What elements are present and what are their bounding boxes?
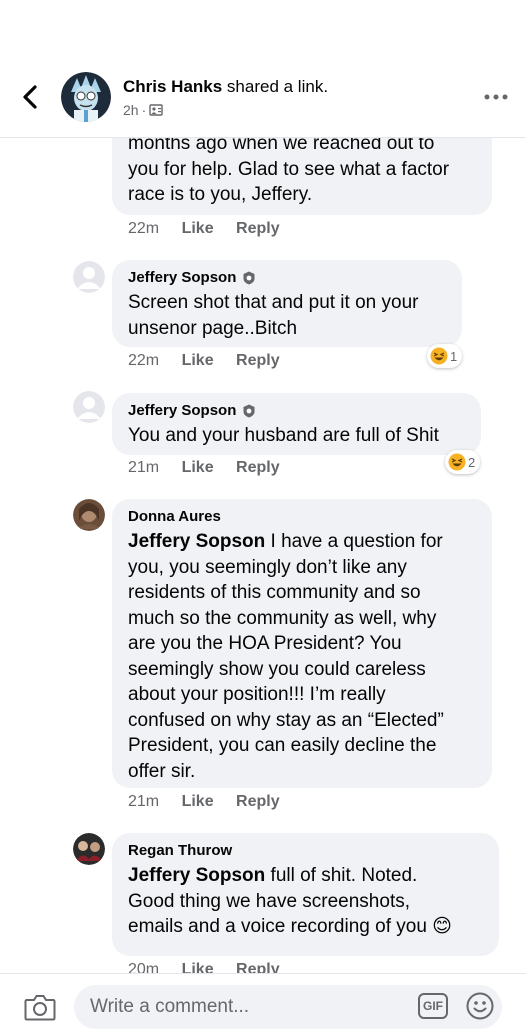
reaction-count: 1: [450, 348, 458, 364]
post-header: Chris Hanks shared a link. 2h ·: [0, 0, 526, 138]
comment-actions: 22m Like Reply: [128, 352, 298, 370]
commenter-avatar[interactable]: [73, 261, 105, 293]
comment-author: Donna Aures: [128, 508, 476, 525]
comment-actions: 20m Like Reply: [128, 961, 298, 973]
mention-link[interactable]: Jeffery Sopson: [128, 865, 265, 886]
more-icon[interactable]: [484, 93, 508, 101]
commenter-name[interactable]: Regan Thurow: [128, 842, 232, 859]
post-meta: 2h ·: [123, 102, 163, 118]
comment-text: months ago when we reached out to you fo…: [128, 137, 450, 205]
comment-bubble[interactable]: Jeffery Sopson You and your husband are …: [112, 393, 481, 455]
comment-bubble[interactable]: Jeffery Sopson Screen shot that and put …: [112, 260, 462, 347]
comment-time[interactable]: 21m: [128, 793, 159, 810]
comment-time[interactable]: 22m: [128, 220, 159, 237]
author-name[interactable]: Chris Hanks: [123, 77, 222, 96]
like-button[interactable]: Like: [182, 220, 214, 237]
comment-author: Regan Thurow: [128, 842, 483, 859]
laugh-reaction-icon: [448, 453, 466, 471]
comment-text: Jeffery Sopson I have a question for you…: [128, 531, 444, 782]
comment-bubble[interactable]: Donna Aures Jeffery Sopson I have a ques…: [112, 499, 492, 788]
comment-actions: 21m Like Reply: [128, 459, 298, 477]
commenter-avatar[interactable]: [73, 833, 105, 865]
comment-input-placeholder: Write a comment...: [90, 996, 250, 1017]
comment-author: Jeffery Sopson: [128, 269, 446, 286]
reply-button[interactable]: Reply: [236, 793, 280, 810]
commenter-name[interactable]: Jeffery Sopson: [128, 402, 236, 419]
smile-icon[interactable]: [466, 992, 494, 1020]
audience-icon[interactable]: [149, 103, 163, 117]
meta-dot: ·: [141, 102, 147, 118]
like-button[interactable]: Like: [182, 459, 214, 476]
like-button[interactable]: Like: [182, 793, 214, 810]
like-button[interactable]: Like: [182, 961, 214, 973]
gif-button[interactable]: GIF: [418, 993, 448, 1019]
comment-time[interactable]: 22m: [128, 352, 159, 369]
reaction-count: 2: [468, 454, 476, 470]
reply-button[interactable]: Reply: [236, 220, 280, 237]
reply-button[interactable]: Reply: [236, 961, 280, 973]
comment-bubble[interactable]: months ago when we reached out to you fo…: [112, 137, 492, 215]
commenter-name[interactable]: Donna Aures: [128, 508, 221, 525]
verified-badge-icon: [243, 271, 255, 284]
author-avatar[interactable]: [61, 72, 111, 122]
comment-time[interactable]: 21m: [128, 459, 159, 476]
post-action: shared a link.: [222, 77, 329, 96]
reaction-summary[interactable]: 1: [427, 344, 463, 368]
like-button[interactable]: Like: [182, 352, 214, 369]
comment-author: Jeffery Sopson: [128, 402, 465, 419]
reply-button[interactable]: Reply: [236, 459, 280, 476]
post-title: Chris Hanks shared a link.: [123, 77, 328, 97]
verified-badge-icon: [243, 404, 255, 417]
comment-actions: 21m Like Reply: [128, 793, 298, 811]
commenter-avatar[interactable]: [73, 499, 105, 531]
commenter-avatar[interactable]: [73, 391, 105, 423]
comment-bubble[interactable]: Regan Thurow Jeffery Sopson full of shit…: [112, 833, 499, 956]
comment-text: Screen shot that and put it on your unse…: [128, 292, 419, 339]
post-time[interactable]: 2h: [123, 102, 139, 118]
commenter-name[interactable]: Jeffery Sopson: [128, 269, 236, 286]
reply-button[interactable]: Reply: [236, 352, 280, 369]
comment-actions: 22m Like Reply: [128, 220, 298, 238]
comments-list: months ago when we reached out to you fo…: [0, 137, 526, 973]
comment-time[interactable]: 20m: [128, 961, 159, 973]
mention-link[interactable]: Jeffery Sopson: [128, 531, 265, 552]
comment-text: You and your husband are full of Shit: [128, 425, 439, 446]
reaction-summary[interactable]: 2: [445, 450, 481, 474]
camera-icon[interactable]: [24, 993, 56, 1021]
laugh-reaction-icon: [430, 347, 448, 365]
back-arrow-icon[interactable]: [18, 84, 44, 110]
comment-text: Jeffery Sopson full of shit. Noted. Good…: [128, 865, 452, 937]
